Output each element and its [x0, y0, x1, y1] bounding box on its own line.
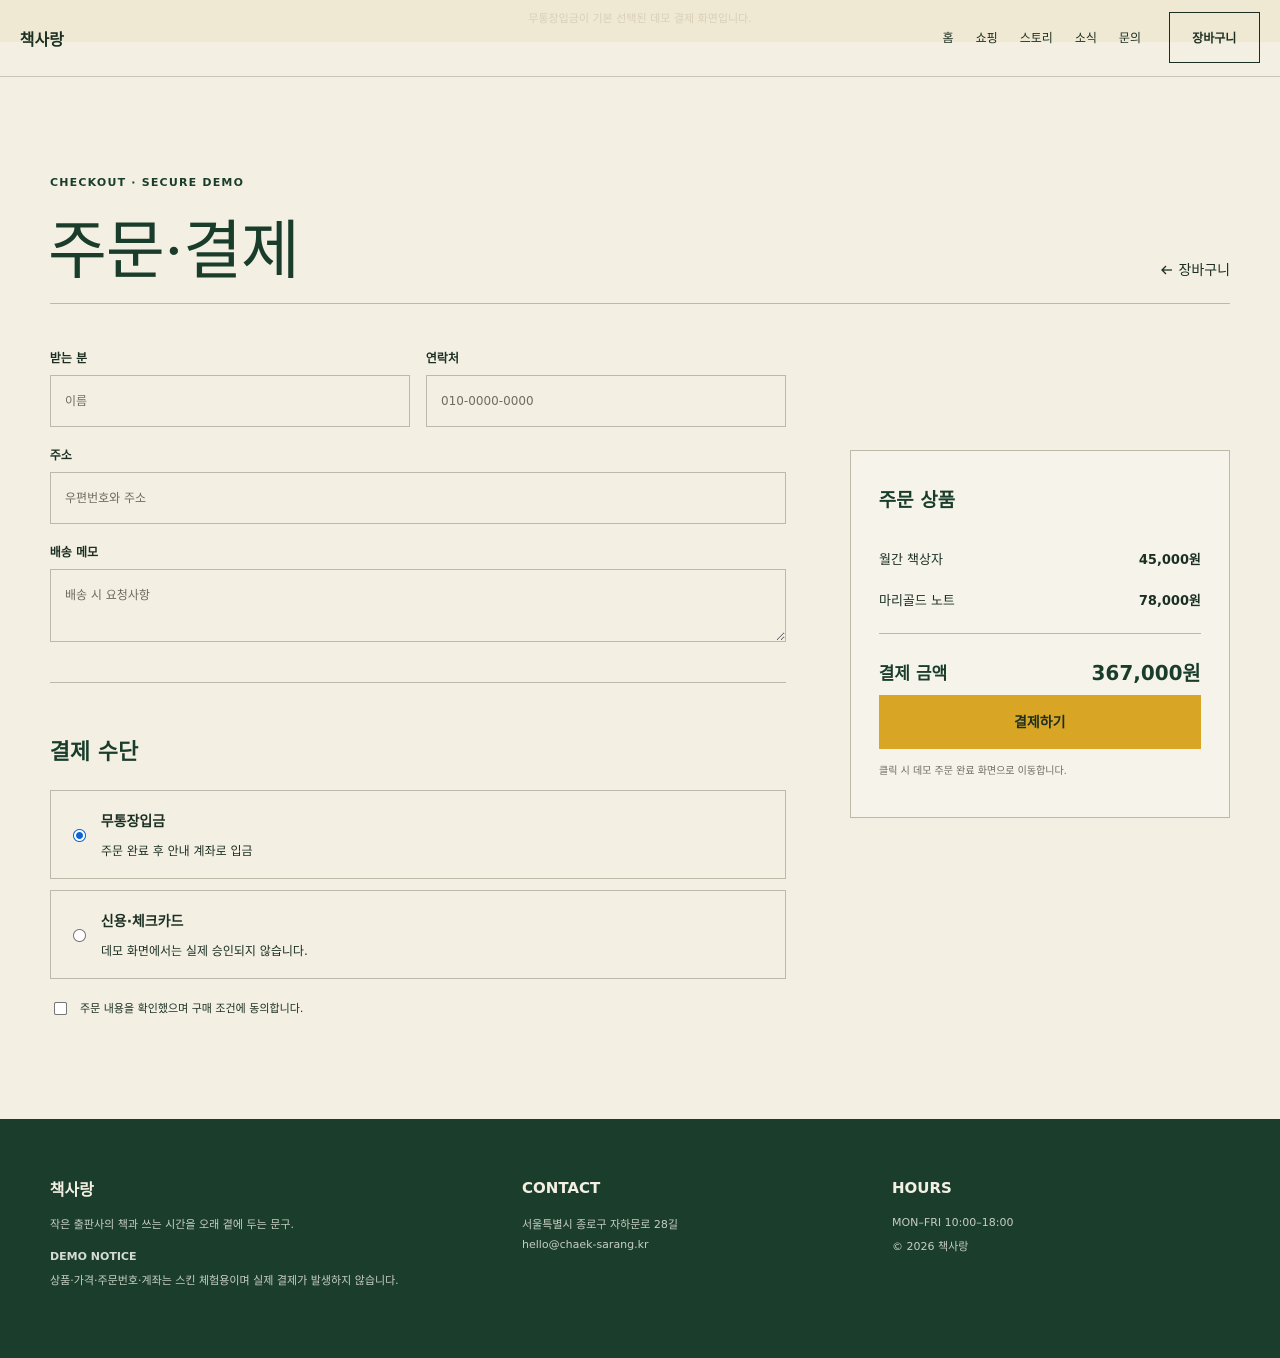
- address-input[interactable]: [50, 472, 786, 524]
- arrow-left-icon: [1161, 265, 1173, 275]
- site-footer: 책사랑 작은 출판사의 책과 쓰는 시간을 오래 곁에 두는 문구. DEMO …: [0, 1119, 1280, 1358]
- total-value: 367,000원: [1091, 661, 1202, 685]
- contact-address: 서울특별시 종로구 자하문로 28길: [522, 1218, 679, 1231]
- summary-item: 마리골드 노트 78,000원: [879, 590, 1201, 609]
- agree-label: 주문 내용을 확인했으며 구매 조건에 동의합니다.: [80, 1002, 304, 1015]
- agree-terms[interactable]: 주문 내용을 확인했으며 구매 조건에 동의합니다.: [54, 1000, 303, 1016]
- cart-button[interactable]: 장바구니: [1169, 12, 1260, 63]
- phone-input[interactable]: [426, 375, 786, 427]
- form-divider: [50, 682, 786, 683]
- site-header: 책사랑 홈 쇼핑 스토리 소식 문의 장바구니: [0, 0, 1280, 77]
- summary-divider: [879, 633, 1201, 634]
- payment-option-desc: 데모 화면에서는 실제 승인되지 않습니다.: [101, 944, 308, 958]
- summary-title: 주문 상품: [879, 489, 956, 511]
- main-nav: 홈 쇼핑 스토리 소식 문의: [943, 29, 1141, 46]
- page-title: 주문·결제: [48, 215, 300, 289]
- nav-item-story[interactable]: 스토리: [1020, 29, 1053, 46]
- payment-option-card[interactable]: 신용·체크카드 데모 화면에서는 실제 승인되지 않습니다.: [50, 890, 786, 979]
- payment-option-title: 신용·체크카드: [101, 914, 184, 930]
- pay-button[interactable]: 결제하기: [879, 695, 1201, 749]
- nav-item-news[interactable]: 소식: [1075, 29, 1097, 46]
- payment-option-title: 무통장입금: [101, 814, 166, 830]
- hours-text: MON–FRI 10:00–18:00: [892, 1216, 1014, 1229]
- site-logo[interactable]: 책사랑: [20, 26, 64, 50]
- phone-label: 연락처: [426, 351, 460, 365]
- item-price: 78,000원: [1138, 594, 1201, 609]
- copyright: © 2026 책사랑: [892, 1240, 969, 1253]
- card-radio[interactable]: [73, 929, 86, 942]
- demo-notice-text: 상품·가격·주문번호·계좌는 스킨 체험용이며 실제 결제가 발생하지 않습니다…: [50, 1274, 399, 1287]
- page-eyebrow: CHECKOUT · SECURE DEMO: [50, 176, 245, 189]
- memo-label: 배송 메모: [50, 545, 99, 559]
- back-link-label: 장바구니: [1178, 263, 1230, 279]
- pay-note: 클릭 시 데모 주문 완료 화면으로 이동합니다.: [879, 766, 1067, 777]
- address-label: 주소: [50, 448, 73, 462]
- recipient-label: 받는 분: [50, 351, 88, 365]
- order-summary-card: 주문 상품 월간 책상자 45,000원 마리골드 노트 78,000원 결제 …: [850, 450, 1230, 818]
- nav-item-contact[interactable]: 문의: [1119, 29, 1141, 46]
- nav-item-shop[interactable]: 쇼핑: [976, 29, 998, 46]
- memo-textarea[interactable]: [50, 569, 786, 642]
- item-name: 월간 책상자: [879, 553, 943, 568]
- summary-total: 결제 금액 367,000원: [879, 657, 1201, 686]
- footer-logo: 책사랑: [50, 1180, 95, 1199]
- demo-notice-label: DEMO NOTICE: [50, 1250, 137, 1263]
- recipient-input[interactable]: [50, 375, 410, 427]
- title-divider: [50, 303, 1230, 304]
- agree-checkbox[interactable]: [54, 1001, 67, 1015]
- total-label: 결제 금액: [879, 664, 948, 684]
- bank-transfer-radio[interactable]: [73, 829, 86, 842]
- nav-item-home[interactable]: 홈: [943, 29, 954, 46]
- item-price: 45,000원: [1138, 553, 1201, 568]
- item-name: 마리골드 노트: [879, 594, 955, 609]
- contact-heading: CONTACT: [522, 1179, 601, 1197]
- payment-section-title: 결제 수단: [50, 740, 139, 765]
- payment-option-bank-transfer[interactable]: 무통장입금 주문 완료 후 안내 계좌로 입금: [50, 790, 786, 879]
- payment-option-desc: 주문 완료 후 안내 계좌로 입금: [101, 844, 253, 858]
- contact-email[interactable]: hello@chaek-sarang.kr: [522, 1238, 649, 1251]
- back-to-cart-link[interactable]: 장바구니: [1160, 260, 1230, 280]
- hours-heading: HOURS: [892, 1179, 952, 1197]
- summary-item: 월간 책상자 45,000원: [879, 549, 1201, 568]
- footer-tagline: 작은 출판사의 책과 쓰는 시간을 오래 곁에 두는 문구.: [50, 1218, 294, 1231]
